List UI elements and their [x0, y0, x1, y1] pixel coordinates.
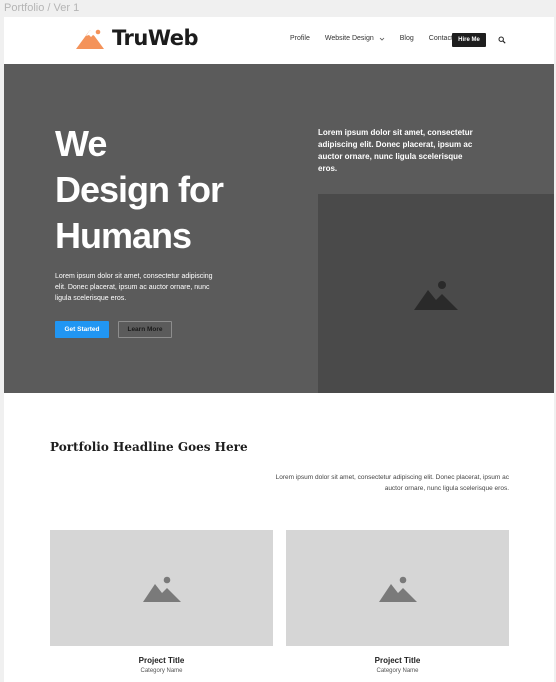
document-title: Portfolio / Ver 1: [4, 2, 80, 14]
card-image-placeholder: [286, 530, 509, 646]
hero-title-line: We: [55, 123, 107, 164]
portfolio-headline: Portfolio Headline Goes Here: [50, 440, 248, 454]
card-title: Project Title: [138, 656, 185, 665]
card-title: Project Title: [374, 656, 421, 665]
nav-item-profile[interactable]: Profile: [290, 35, 310, 42]
nav-item-contact[interactable]: Contact: [429, 35, 453, 42]
portfolio-card[interactable]: Project Title Category Name: [286, 530, 509, 674]
hero-side-text: Lorem ipsum dolor sit amet, consectetur …: [318, 128, 473, 173]
mountain-sun-icon: [76, 29, 104, 49]
hero-title-line: Design for: [55, 169, 224, 210]
card-category: Category Name: [140, 668, 183, 674]
main-nav: Profile Website Design Blog Contact: [290, 35, 468, 42]
page: TruWeb Profile Website Design Blog Conta…: [4, 17, 554, 682]
portfolio-description: Lorem ipsum dolor sit amet, consectetur …: [275, 474, 509, 492]
chevron-down-icon: [379, 37, 385, 41]
portfolio-card[interactable]: Project Title Category Name: [50, 530, 273, 674]
logo[interactable]: TruWeb: [76, 25, 199, 51]
get-started-button[interactable]: Get Started: [55, 321, 109, 338]
card-image-placeholder: [50, 530, 273, 646]
nav-item-website-design[interactable]: Website Design: [325, 35, 385, 42]
logo-text: TruWeb: [112, 26, 199, 50]
hire-me-button[interactable]: Hire Me: [452, 33, 486, 47]
card-category: Category Name: [376, 668, 419, 674]
hero-title-line: Humans: [55, 215, 192, 256]
hero-title: We Design for Humans: [55, 121, 255, 259]
nav-item-blog[interactable]: Blog: [400, 35, 414, 42]
hero-image-placeholder: [318, 194, 554, 393]
image-placeholder-icon: [142, 576, 181, 602]
image-placeholder-icon: [378, 576, 417, 602]
hero-description: Lorem ipsum dolor sit amet, consectetur …: [55, 273, 213, 302]
hero-section: We Design for Humans Lorem ipsum dolor s…: [4, 64, 554, 393]
search-icon[interactable]: [498, 36, 506, 44]
nav-item-label: Website Design: [324, 35, 374, 42]
image-placeholder-icon: [414, 280, 458, 310]
site-header: TruWeb Profile Website Design Blog Conta…: [4, 17, 554, 64]
learn-more-button[interactable]: Learn More: [118, 321, 172, 338]
